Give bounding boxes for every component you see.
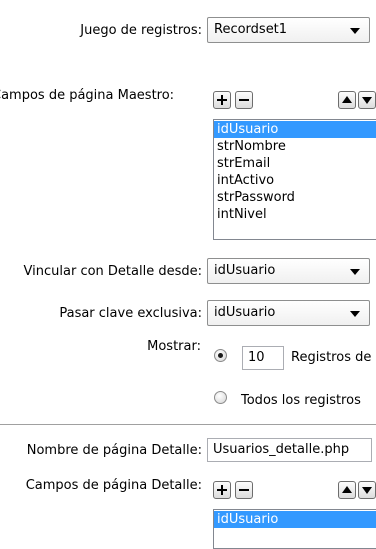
add-master-field-button[interactable] [213, 91, 231, 109]
list-item[interactable]: strPassword [214, 189, 376, 206]
master-fields-list[interactable]: idUsuario strNombre strEmail intActivo strPa… [213, 119, 376, 240]
move-down-master-button[interactable] [358, 91, 376, 109]
records-label: Registros de [291, 350, 372, 365]
chevron-down-icon [350, 269, 360, 275]
arrow-up-icon [342, 96, 352, 103]
unique-key-label: Pasar clave exclusiva: [59, 306, 202, 321]
records-count-value: 10 [248, 350, 265, 365]
list-item[interactable]: strNombre [214, 138, 376, 155]
move-up-detail-button[interactable] [338, 481, 356, 499]
remove-detail-field-button[interactable] [235, 481, 253, 499]
master-fields-label: Campos de página Maestro: [0, 88, 175, 103]
add-detail-field-button[interactable] [213, 481, 231, 499]
link-detail-label: Vincular con Detalle desde: [23, 264, 202, 279]
all-records-radio[interactable] [214, 391, 227, 404]
unique-key-select[interactable]: idUsuario [207, 300, 370, 326]
detail-page-label: Nombre de página Detalle: [26, 443, 202, 458]
recordset-select[interactable]: Recordset1 [207, 17, 370, 43]
detail-fields-list[interactable]: idUsuario [213, 509, 376, 549]
link-detail-value: idUsuario [214, 263, 276, 278]
divider [0, 424, 376, 425]
list-item[interactable]: idUsuario [214, 511, 376, 528]
show-label: Mostrar: [147, 339, 201, 354]
arrow-down-icon [362, 487, 372, 494]
list-item[interactable]: strEmail [214, 155, 376, 172]
records-radio[interactable] [214, 349, 227, 362]
detail-page-value: Usuarios_detalle.php [213, 442, 350, 457]
move-down-detail-button[interactable] [358, 481, 376, 499]
move-up-master-button[interactable] [338, 91, 356, 109]
recordset-label: Juego de registros: [80, 23, 202, 38]
detail-page-input[interactable]: Usuarios_detalle.php [207, 438, 372, 462]
list-item[interactable]: intActivo [214, 172, 376, 189]
recordset-value: Recordset1 [214, 22, 288, 37]
records-count-input[interactable]: 10 [242, 346, 284, 370]
detail-fields-label: Campos de página Detalle: [25, 478, 202, 493]
chevron-down-icon [350, 28, 360, 34]
chevron-down-icon [350, 311, 360, 317]
unique-key-value: idUsuario [214, 305, 276, 320]
list-item[interactable]: intNivel [214, 206, 376, 223]
arrow-up-icon [342, 486, 352, 493]
all-records-label: Todos los registros [241, 393, 361, 408]
link-detail-select[interactable]: idUsuario [207, 258, 370, 284]
list-item[interactable]: idUsuario [214, 121, 376, 138]
remove-master-field-button[interactable] [235, 91, 253, 109]
arrow-down-icon [362, 97, 372, 104]
radio-selected-icon [218, 353, 223, 358]
